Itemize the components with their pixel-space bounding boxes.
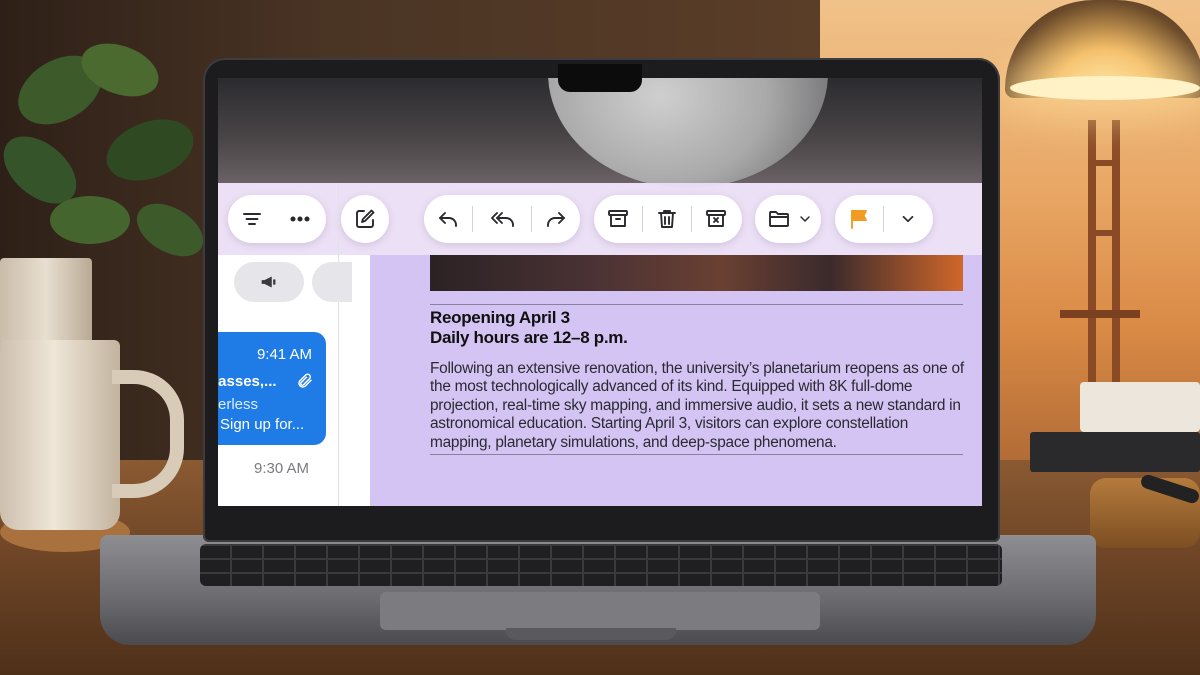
bridge-silhouette: [1060, 120, 1140, 420]
mail-app-window: 9:41 AM lasses,... erless Sign up for...…: [218, 78, 982, 506]
book: [1080, 382, 1200, 432]
flag-group: [835, 195, 933, 243]
sidebar-actions-pill: [228, 195, 326, 243]
category-chip-next[interactable]: [312, 262, 352, 302]
chevron-down-icon: [902, 215, 914, 223]
archive-icon: [608, 210, 628, 227]
trash-icon: [658, 210, 676, 228]
reply-icon: [439, 212, 457, 227]
next-message-time: 9:30 AM: [254, 460, 310, 477]
megaphone-icon: [261, 276, 276, 288]
category-promotions-chip[interactable]: [234, 262, 304, 302]
organize-group: [594, 195, 742, 243]
message-subject: lasses,...: [218, 373, 277, 390]
message-time: 9:41 AM: [256, 346, 312, 363]
more-dots-icon: [290, 216, 310, 222]
message-sender-preview: erless: [218, 396, 259, 413]
coffee-mug: [0, 340, 120, 530]
filter-button[interactable]: [228, 195, 276, 243]
header-image: [218, 78, 982, 188]
trackpad: [380, 592, 820, 630]
forward-icon: [547, 212, 565, 227]
divider-top: [430, 304, 963, 305]
flag-options-button[interactable]: [884, 195, 932, 243]
camera-notch: [558, 64, 642, 92]
move-to-folder-icon: [769, 211, 789, 227]
reply-group: [424, 195, 580, 243]
planetarium-dome-image: [548, 78, 828, 188]
flag-button[interactable]: [835, 195, 883, 243]
mug-handle: [112, 370, 184, 498]
laptop-front-notch: [506, 628, 676, 640]
plant: [3, 43, 204, 257]
chevron-down-icon: [800, 216, 810, 222]
keyboard: [200, 544, 1002, 586]
reply-button[interactable]: [424, 195, 472, 243]
folder-icon-wrap: [761, 195, 797, 243]
divider-bottom: [430, 454, 963, 455]
book-stack: [1030, 382, 1200, 492]
forward-button[interactable]: [532, 195, 580, 243]
reply-all-icon: [491, 212, 514, 227]
message-heading: Reopening April 3: [430, 308, 570, 327]
more-button[interactable]: [276, 195, 324, 243]
lamp-light: [1010, 76, 1200, 100]
message-paragraph: Following an extensive renovation, the u…: [430, 360, 964, 451]
trash-button[interactable]: [643, 195, 691, 243]
compose-button[interactable]: [341, 195, 389, 243]
book: [1030, 432, 1200, 472]
message-subheading: Daily hours are 12–8 p.m.: [430, 328, 628, 347]
inline-photo-strip: [430, 255, 963, 291]
reply-all-button[interactable]: [473, 195, 531, 243]
message-preview: Sign up for...: [220, 416, 305, 433]
filter-lines-icon: [243, 213, 261, 225]
junk-button[interactable]: [692, 195, 740, 243]
toolbar: [218, 183, 982, 255]
selected-message-card[interactable]: 9:41 AM lasses,... erless Sign up for...: [218, 332, 326, 445]
compose-icon-wrap: [341, 195, 389, 243]
move-to-folder-button[interactable]: [755, 195, 821, 243]
archive-button[interactable]: [594, 195, 642, 243]
plant-pot: [0, 258, 92, 348]
junk-icon: [706, 210, 726, 227]
compose-icon: [356, 209, 375, 228]
attachment-icon: [298, 373, 312, 388]
flag-icon: [851, 210, 867, 229]
